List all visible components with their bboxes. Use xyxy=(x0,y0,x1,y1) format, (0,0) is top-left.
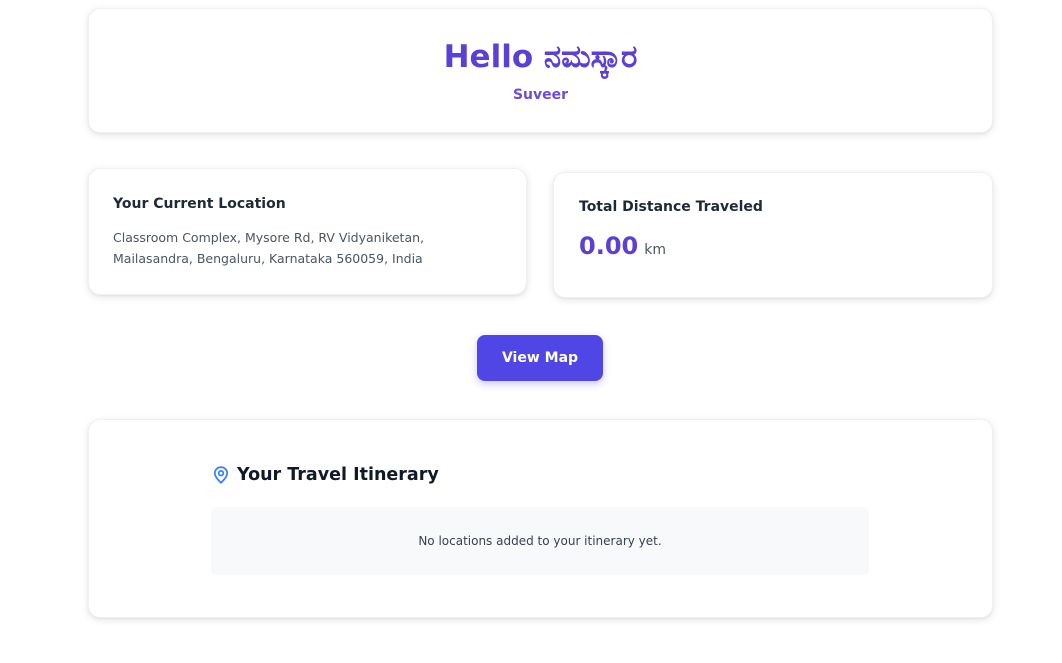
current-location-heading: Your Current Location xyxy=(113,196,286,212)
distance-heading: Total Distance Traveled xyxy=(579,199,763,215)
user-name: Suveer xyxy=(512,87,569,103)
itinerary-empty-state: No locations added to your itinerary yet… xyxy=(211,507,869,575)
view-map-button[interactable]: View Map xyxy=(477,335,603,381)
distance-card: Total Distance Traveled 0.00 km xyxy=(553,172,993,298)
distance-readout: 0.00 km xyxy=(579,232,967,260)
current-location-card: Your Current Location Classroom Complex,… xyxy=(88,168,527,295)
itinerary-empty-message: No locations added to your itinerary yet… xyxy=(418,534,662,548)
greeting-title: Hello ನಮಸ್ಕಾರ xyxy=(443,39,638,75)
greeting-card: Hello ನಮಸ್ಕಾರ Suveer xyxy=(88,8,993,133)
distance-unit: km xyxy=(644,242,666,258)
itinerary-header: Your Travel Itinerary xyxy=(213,465,439,485)
itinerary-title: Your Travel Itinerary xyxy=(237,465,439,485)
current-location-address: Classroom Complex, Mysore Rd, RV Vidyani… xyxy=(113,230,425,266)
itinerary-card: Your Travel Itinerary No locations added… xyxy=(88,419,993,618)
location-pin-icon xyxy=(213,466,229,484)
distance-value: 0.00 xyxy=(579,232,639,260)
